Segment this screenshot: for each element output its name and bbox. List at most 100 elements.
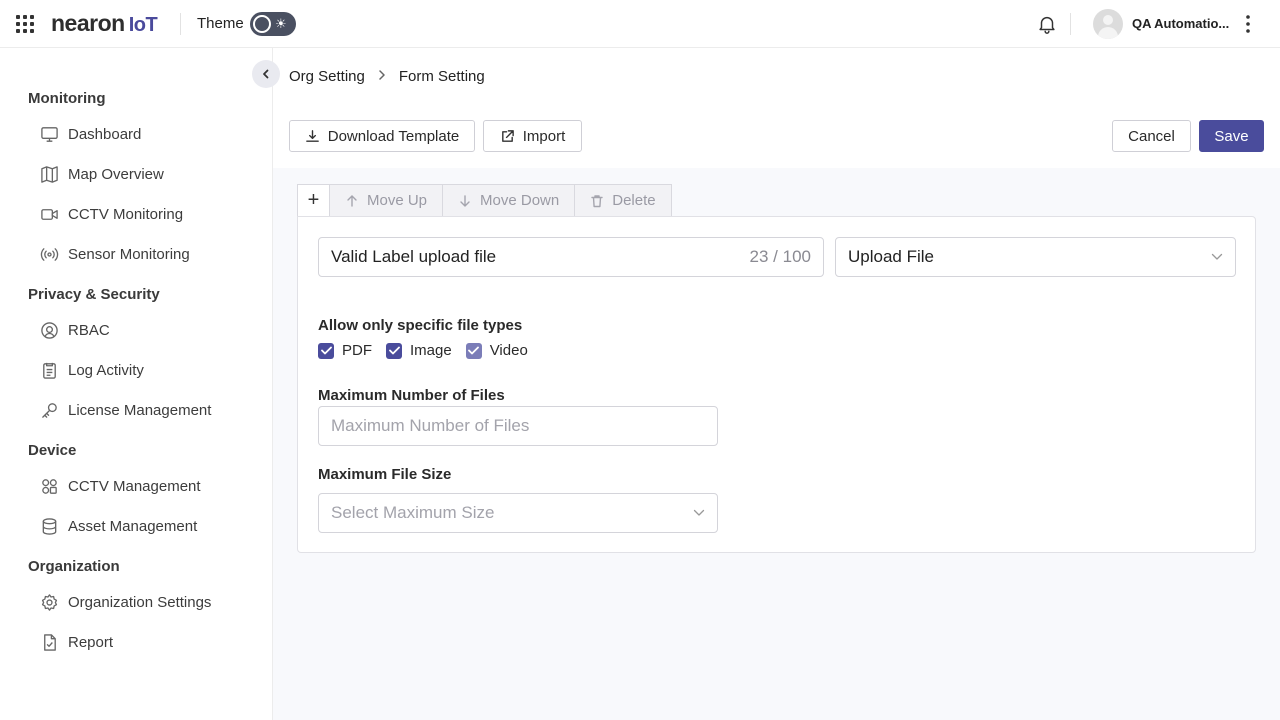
sidebar-item-asset-management[interactable]: Asset Management <box>40 514 197 538</box>
breadcrumb-parent[interactable]: Org Setting <box>289 68 365 85</box>
checkbox-video[interactable]: Video <box>465 342 528 359</box>
sidebar-item-license-management[interactable]: License Management <box>40 398 211 422</box>
user-name[interactable]: QA Automatio... <box>1132 16 1229 31</box>
max-files-input[interactable]: Maximum Number of Files <box>318 406 718 446</box>
theme-toggle[interactable]: ☀ <box>250 12 296 36</box>
sidebar-section-organization: Organization <box>28 558 120 575</box>
download-template-button[interactable]: Download Template <box>289 120 475 152</box>
move-down-label: Move Down <box>480 192 560 209</box>
sidebar-section-privacy-security: Privacy & Security <box>28 286 160 303</box>
sidebar-item-report[interactable]: Report <box>40 630 113 654</box>
sidebar-item-log-activity[interactable]: Log Activity <box>40 358 144 382</box>
max-files-placeholder: Maximum Number of Files <box>331 416 530 435</box>
sidebar-item-cctv-management[interactable]: CCTV Management <box>40 474 201 498</box>
max-size-placeholder: Select Maximum Size <box>331 503 495 522</box>
sidebar-item-label: CCTV Monitoring <box>68 205 184 223</box>
add-field-button[interactable]: + <box>297 184 329 217</box>
save-button[interactable]: Save <box>1199 120 1264 152</box>
key-icon <box>42 402 57 418</box>
app-launcher-icon[interactable] <box>16 15 34 33</box>
sidebar-item-label: License Management <box>68 401 212 419</box>
collapse-sidebar-button[interactable] <box>252 60 280 88</box>
import-label: Import <box>522 127 566 145</box>
chevron-right-icon <box>377 68 387 85</box>
logo-main-text: nearon <box>51 10 125 36</box>
sidebar-item-label: Log Activity <box>68 361 144 379</box>
sidebar-item-map-overview[interactable]: Map Overview <box>40 162 164 186</box>
download-icon <box>305 129 319 142</box>
theme-label: Theme <box>197 15 244 32</box>
checkbox-image[interactable]: Image <box>386 342 452 359</box>
character-counter: 23 / 100 <box>749 247 811 266</box>
sidebar-section-monitoring: Monitoring <box>28 90 106 107</box>
checkbox-checked-icon <box>318 342 334 359</box>
map-icon <box>41 165 58 183</box>
sidebar-item-dashboard[interactable]: Dashboard <box>40 122 141 146</box>
sidebar-section-device: Device <box>28 442 77 459</box>
grid-icon <box>42 478 57 494</box>
sidebar-item-label: CCTV Management <box>68 477 201 495</box>
checkbox-label: Image <box>410 342 452 359</box>
checkbox-checked-icon <box>465 342 482 359</box>
more-options-icon[interactable] <box>1240 14 1256 34</box>
delete-button[interactable]: Delete <box>574 184 672 217</box>
checkbox-checked-icon <box>386 342 402 359</box>
sidebar-item-label: Organization Settings <box>68 593 212 611</box>
import-button[interactable]: Import <box>483 120 582 152</box>
sensor-icon <box>40 247 59 261</box>
breadcrumb-current: Form Setting <box>398 67 485 85</box>
sidebar-item-organization-settings[interactable]: Organization Settings <box>40 590 211 614</box>
sidebar-item-label: Dashboard <box>68 125 142 143</box>
field-toolbar: + Move Up Move Down Delete <box>297 184 672 217</box>
cancel-label: Cancel <box>1128 127 1175 145</box>
breadcrumb: Org Setting Form Setting <box>289 66 485 86</box>
video-icon <box>41 208 58 220</box>
monitor-icon <box>41 126 58 142</box>
sidebar-item-label: RBAC <box>68 321 110 339</box>
sidebar-item-cctv-monitoring[interactable]: CCTV Monitoring <box>40 202 183 226</box>
checkbox-pdf[interactable]: PDF <box>318 342 372 359</box>
move-up-button[interactable]: Move Up <box>329 184 443 217</box>
sidebar-item-label: Sensor Monitoring <box>68 245 190 263</box>
logo-suffix-text: IoT <box>128 14 158 36</box>
file-types-title: Allow only specific file types <box>318 317 523 334</box>
field-label-value: Valid Label upload file <box>331 247 497 266</box>
brand-logo[interactable]: nearon IoT <box>51 10 158 37</box>
sun-icon: ☀ <box>275 16 287 31</box>
download-template-label: Download Template <box>327 127 460 145</box>
cancel-button[interactable]: Cancel <box>1112 120 1191 152</box>
checkbox-label: Video <box>489 342 528 359</box>
arrow-up-icon <box>347 194 357 207</box>
report-icon <box>44 633 56 651</box>
arrow-down-icon <box>460 194 470 207</box>
max-size-select[interactable]: Select Maximum Size <box>318 493 718 533</box>
top-bar: nearon IoT Theme ☀ QA Automatio... <box>0 0 1280 48</box>
import-icon <box>501 129 514 142</box>
header-divider <box>180 13 181 35</box>
max-size-title: Maximum File Size <box>318 466 452 483</box>
header-divider-2 <box>1070 13 1071 35</box>
sidebar-item-sensor-monitoring[interactable]: Sensor Monitoring <box>40 242 190 266</box>
file-type-checkboxes: PDF Image Video <box>318 342 542 359</box>
form-field-card: Valid Label upload file 23 / 100 Upload … <box>297 216 1256 553</box>
avatar[interactable] <box>1093 9 1123 39</box>
toggle-knob <box>253 15 271 33</box>
trash-icon <box>591 194 603 207</box>
move-down-button[interactable]: Move Down <box>442 184 575 217</box>
rbac-icon <box>41 321 58 339</box>
sidebar-item-label: Asset Management <box>68 517 198 535</box>
chevron-left-icon <box>263 69 269 79</box>
field-type-select[interactable]: Upload File <box>835 237 1236 277</box>
chevron-down-icon <box>693 509 705 516</box>
field-type-value: Upload File <box>848 247 934 266</box>
sidebar-item-label: Report <box>68 633 114 651</box>
database-icon <box>42 517 57 535</box>
sidebar-item-rbac[interactable]: RBAC <box>40 318 110 342</box>
field-label-input[interactable]: Valid Label upload file 23 / 100 <box>318 237 824 277</box>
max-files-title: Maximum Number of Files <box>318 387 505 404</box>
sidebar-item-label: Map Overview <box>68 165 164 183</box>
move-up-label: Move Up <box>367 192 428 209</box>
chevron-down-icon <box>1211 253 1223 260</box>
notification-bell-icon[interactable] <box>1036 13 1058 35</box>
checkbox-label: PDF <box>342 342 372 359</box>
